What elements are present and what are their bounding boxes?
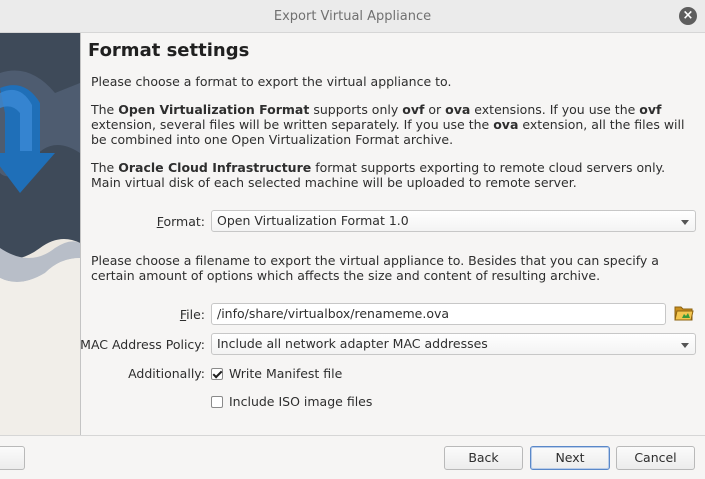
button-bar: Back Next Cancel bbox=[0, 435, 705, 479]
folder-open-icon[interactable] bbox=[674, 304, 694, 322]
chevron-down-icon bbox=[681, 343, 689, 348]
ovf-description: The Open Virtualization Format supports … bbox=[91, 102, 685, 147]
include-iso-checkbox[interactable]: Include ISO image files bbox=[211, 394, 372, 409]
checkmark-icon[interactable] bbox=[211, 367, 223, 380]
cancel-button[interactable]: Cancel bbox=[616, 446, 695, 470]
format-label: Format: bbox=[156, 214, 205, 229]
filename-description: Please choose a filename to export the v… bbox=[91, 253, 659, 283]
window-title: Export Virtual Appliance bbox=[273, 9, 432, 24]
mac-policy-combobox[interactable]: Include all network adapter MAC addresse… bbox=[211, 333, 696, 355]
close-icon[interactable]: × bbox=[679, 7, 697, 25]
wizard-watermark-image bbox=[0, 33, 81, 435]
include-iso-label: Include ISO image files bbox=[229, 394, 373, 409]
additionally-label: Additionally: bbox=[128, 366, 205, 381]
write-manifest-label: Write Manifest file bbox=[229, 366, 343, 381]
format-combobox[interactable]: Open Virtualization Format 1.0 bbox=[211, 210, 696, 232]
file-label: File: bbox=[179, 307, 205, 322]
page-title: Format settings bbox=[88, 40, 250, 61]
title-bar: Export Virtual Appliance × bbox=[0, 0, 705, 33]
write-manifest-checkbox[interactable]: Write Manifest file bbox=[211, 366, 342, 381]
back-button[interactable]: Back bbox=[444, 446, 523, 470]
next-button[interactable]: Next bbox=[530, 446, 610, 470]
mac-policy-label: MAC Address Policy: bbox=[80, 337, 205, 352]
file-path-input[interactable]: /info/share/virtualbox/renameme.ova bbox=[211, 303, 666, 325]
checkbox-unchecked-icon[interactable] bbox=[211, 395, 223, 408]
chevron-down-icon bbox=[681, 220, 689, 225]
expert-mode-button[interactable] bbox=[0, 446, 25, 470]
oci-description: The Oracle Cloud Infrastructure format s… bbox=[91, 160, 666, 190]
intro-text: Please choose a format to export the vir… bbox=[91, 74, 452, 89]
